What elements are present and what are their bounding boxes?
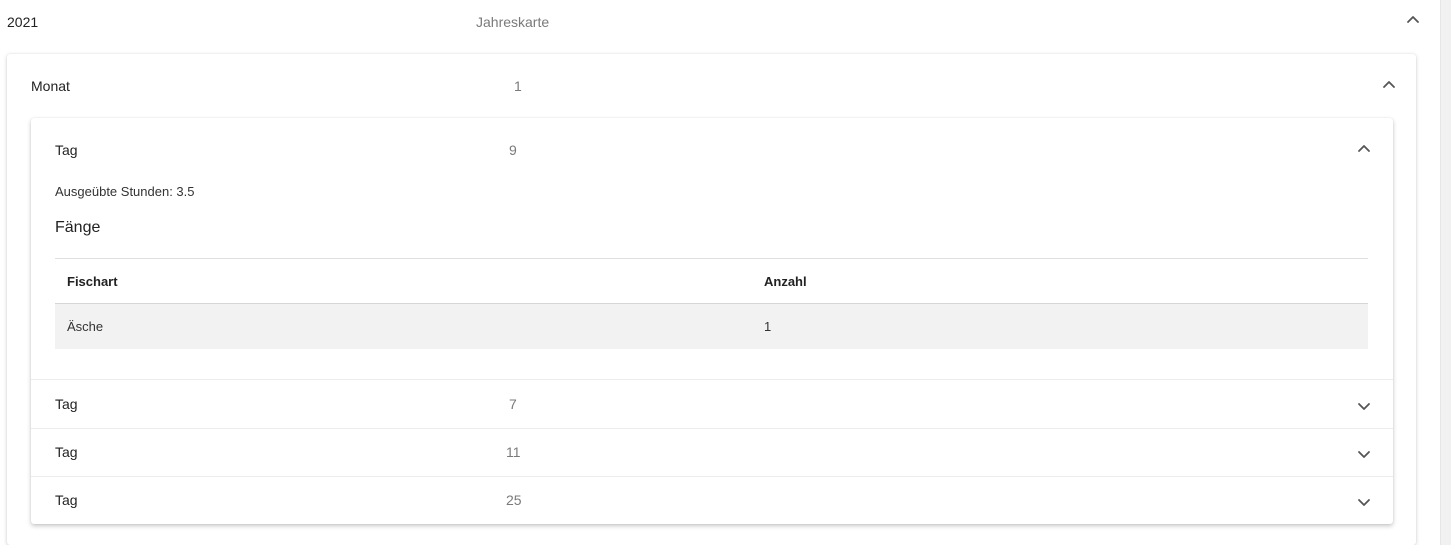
chevron-down-icon[interactable] xyxy=(1354,444,1374,464)
day-header[interactable]: Tag 7 xyxy=(31,380,1393,428)
chevron-up-icon[interactable] xyxy=(1354,138,1374,158)
day-value: 9 xyxy=(509,142,517,158)
chevron-up-icon[interactable] xyxy=(1403,9,1423,29)
chevron-down-icon[interactable] xyxy=(1354,492,1374,512)
month-value: 1 xyxy=(514,78,522,94)
chevron-up-icon[interactable] xyxy=(1379,74,1399,94)
year-label: 2021 xyxy=(7,14,39,30)
day-label: Tag xyxy=(55,492,78,508)
month-header[interactable]: Monat 1 xyxy=(7,54,1416,118)
table-header-row: Fischart Anzahl xyxy=(55,259,1368,304)
table-row: Äsche 1 xyxy=(55,304,1368,349)
day-value: 11 xyxy=(506,444,521,460)
chevron-down-icon[interactable] xyxy=(1354,396,1374,416)
year-header[interactable]: 2021 Jahreskarte xyxy=(0,0,1440,44)
table-cell-anzahl: 1 xyxy=(764,319,772,334)
day-label: Tag xyxy=(55,444,78,460)
catches-table: Fischart Anzahl Äsche 1 xyxy=(55,258,1368,349)
card-type: Jahreskarte xyxy=(476,14,550,30)
day-value: 7 xyxy=(509,396,517,412)
day-value: 25 xyxy=(506,492,522,508)
day-label: Tag xyxy=(55,396,78,412)
column-header-anzahl: Anzahl xyxy=(764,274,807,289)
column-header-fischart: Fischart xyxy=(67,274,118,289)
catches-title: Fänge xyxy=(55,219,101,236)
day-header[interactable]: Tag 9 xyxy=(31,126,1393,174)
day-list: Tag 9 Ausgeübte Stunden: 3.5 Fänge Fisch… xyxy=(31,118,1393,524)
month-panel: Monat 1 Tag 9 Ausgeübte Stunden: 3.5 Fän… xyxy=(7,54,1416,545)
day-header[interactable]: Tag 25 xyxy=(31,477,1393,525)
hours-text: Ausgeübte Stunden: 3.5 xyxy=(55,184,195,199)
day-label: Tag xyxy=(55,142,78,158)
day-header[interactable]: Tag 11 xyxy=(31,429,1393,477)
table-cell-fischart: Äsche xyxy=(67,319,104,334)
scrollbar[interactable] xyxy=(1440,0,1451,545)
month-label: Monat xyxy=(31,78,70,94)
